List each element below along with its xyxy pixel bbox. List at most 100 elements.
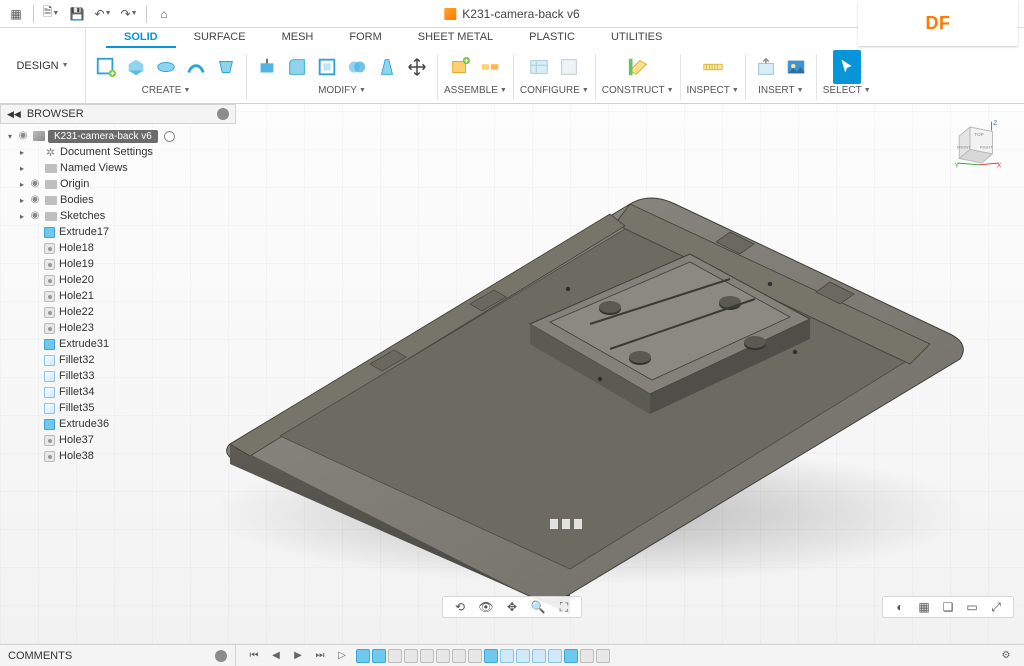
apps-grid-icon[interactable]: ▦	[4, 2, 28, 26]
timeline-play-icon[interactable]: ▷	[334, 648, 350, 664]
move-icon[interactable]	[403, 50, 431, 84]
tab-surface[interactable]: SURFACE	[176, 28, 264, 48]
timeline-back-icon[interactable]: ◀	[268, 648, 284, 664]
group-select: SELECT▼	[817, 50, 877, 96]
tab-plastic[interactable]: PLASTIC	[511, 28, 593, 48]
tree-node[interactable]: ▸Document Settings	[2, 144, 236, 160]
tree-node-label: Hole37	[59, 434, 94, 446]
document-title-text: K231-camera-back v6	[462, 7, 579, 21]
tree-node[interactable]: ▸◉Origin	[2, 176, 236, 192]
tree-root-label: K231-camera-back v6	[48, 130, 158, 143]
group-assemble-label[interactable]: ASSEMBLE▼	[444, 85, 507, 96]
draft-icon[interactable]	[373, 50, 401, 84]
timeline-start-icon[interactable]: ⏮	[246, 648, 262, 664]
group-create-label[interactable]: CREATE▼	[142, 85, 191, 96]
save-icon[interactable]: 💾	[65, 2, 89, 26]
tree-node-label: Fillet32	[59, 354, 94, 366]
group-select-label[interactable]: SELECT▼	[823, 85, 871, 96]
plane-icon[interactable]	[624, 50, 652, 84]
svg-text:X: X	[997, 163, 1002, 170]
group-configure-label[interactable]: CONFIGURE▼	[520, 85, 589, 96]
tree-root[interactable]: ▾◉ K231-camera-back v6	[2, 128, 236, 144]
tree-node[interactable]: Extrude31	[2, 336, 236, 352]
extrude-create-icon[interactable]	[122, 50, 150, 84]
timeline: ⏮ ◀ ▶ ⏭ ▷ ⚙	[236, 648, 1024, 664]
orbit-icon[interactable]: ⟲	[451, 598, 469, 616]
tree-node[interactable]: ▸◉Sketches	[2, 208, 236, 224]
grid-toggle-icon[interactable]: ▦	[915, 598, 933, 616]
tree-node[interactable]: Extrude36	[2, 416, 236, 432]
look-icon[interactable]: 👁	[477, 598, 495, 616]
tree-node[interactable]: Hole38	[2, 448, 236, 464]
group-modify-label[interactable]: MODIFY▼	[318, 85, 366, 96]
group-inspect-label[interactable]: INSPECT▼	[687, 85, 739, 96]
comments-panel-toggle[interactable]: COMMENTS	[0, 645, 236, 666]
comments-options-icon[interactable]	[215, 650, 227, 662]
group-insert-label[interactable]: INSERT▼	[758, 85, 803, 96]
fillet-icon[interactable]	[283, 50, 311, 84]
loft-icon[interactable]	[212, 50, 240, 84]
tree-node[interactable]: Hole21	[2, 288, 236, 304]
timeline-features[interactable]	[356, 649, 610, 663]
tree-node[interactable]: Fillet32	[2, 352, 236, 368]
config-table-icon[interactable]	[525, 50, 553, 84]
file-icon[interactable]: 🗎▼	[39, 2, 63, 26]
home-icon[interactable]: ⌂	[152, 2, 176, 26]
browser-tree: ▾◉ K231-camera-back v6 ▸Document Setting…	[0, 124, 236, 468]
viewport-icon[interactable]: ❏	[939, 598, 957, 616]
timeline-settings-icon[interactable]: ⚙	[998, 648, 1014, 664]
tree-node[interactable]: Hole23	[2, 320, 236, 336]
zoom-icon[interactable]: 🔍	[529, 598, 547, 616]
workspace-switcher[interactable]: DESIGN▼	[0, 28, 86, 103]
tree-node-label: Hole19	[59, 258, 94, 270]
group-inspect: INSPECT▼	[681, 50, 745, 96]
tab-utilities[interactable]: UTILITIES	[593, 28, 680, 48]
tree-node[interactable]: Fillet33	[2, 368, 236, 384]
timeline-end-icon[interactable]: ⏭	[312, 648, 328, 664]
combine-icon[interactable]	[343, 50, 371, 84]
press-pull-icon[interactable]	[253, 50, 281, 84]
navigation-bar: ⟲ 👁 ✥ 🔍 ⛶	[442, 596, 582, 618]
new-sketch-icon[interactable]	[92, 50, 120, 84]
joint-icon[interactable]	[476, 50, 504, 84]
insert-derive-icon[interactable]	[752, 50, 780, 84]
tab-solid[interactable]: SOLID	[106, 28, 176, 48]
revolve-icon[interactable]	[152, 50, 180, 84]
bottom-bar: COMMENTS ⏮ ◀ ▶ ⏭ ▷ ⚙	[0, 644, 1024, 666]
tab-form[interactable]: FORM	[331, 28, 399, 48]
tree-node[interactable]: Hole37	[2, 432, 236, 448]
tree-node[interactable]: ▸◉Bodies	[2, 192, 236, 208]
new-component-icon[interactable]	[446, 50, 474, 84]
tree-node[interactable]: Hole22	[2, 304, 236, 320]
sweep-icon[interactable]	[182, 50, 210, 84]
tab-sheet-metal[interactable]: SHEET METAL	[400, 28, 511, 48]
browser-options-icon[interactable]	[217, 108, 229, 120]
view-cube[interactable]: TOP FRONT RIGHT X Y Z	[952, 118, 1006, 172]
tree-node[interactable]: Fillet35	[2, 400, 236, 416]
tree-node[interactable]: Hole18	[2, 240, 236, 256]
timeline-fwd-icon[interactable]: ▶	[290, 648, 306, 664]
tree-node[interactable]: Hole19	[2, 256, 236, 272]
group-construct-label[interactable]: CONSTRUCT▼	[602, 85, 674, 96]
tree-node[interactable]: ▸Named Views	[2, 160, 236, 176]
browser-header[interactable]: ◀◀ BROWSER	[0, 104, 236, 124]
fit-icon[interactable]: ⛶	[555, 598, 573, 616]
activate-component-icon[interactable]	[164, 131, 175, 142]
select-icon[interactable]	[833, 50, 861, 84]
tree-node[interactable]: Fillet34	[2, 384, 236, 400]
undo-icon[interactable]: ↶▼	[91, 2, 115, 26]
tree-node-label: Extrude17	[59, 226, 109, 238]
measure-icon[interactable]	[699, 50, 727, 84]
expand-icon[interactable]: ⤢	[987, 598, 1005, 616]
pan-icon[interactable]: ✥	[503, 598, 521, 616]
display-style-icon[interactable]: ◐	[891, 598, 909, 616]
insert-decal-icon[interactable]	[782, 50, 810, 84]
redo-icon[interactable]: ↷▼	[117, 2, 141, 26]
tree-node[interactable]: Hole20	[2, 272, 236, 288]
tree-node[interactable]: Extrude17	[2, 224, 236, 240]
theme-icon[interactable]	[555, 50, 583, 84]
shell-icon[interactable]	[313, 50, 341, 84]
camera-icon[interactable]: ▭	[963, 598, 981, 616]
tab-mesh[interactable]: MESH	[264, 28, 332, 48]
document-title: K231-camera-back v6	[444, 7, 579, 21]
